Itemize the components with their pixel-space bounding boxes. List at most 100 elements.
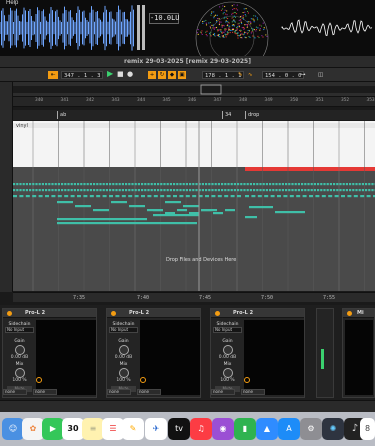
- add-icon[interactable]: +: [148, 71, 156, 79]
- device-header[interactable]: Pro-L 2: [3, 309, 96, 318]
- capture-icon[interactable]: ◆: [168, 71, 176, 79]
- output-select[interactable]: none: [3, 389, 27, 395]
- device-header[interactable]: Pro-L 2: [107, 309, 200, 318]
- plugin-indicator-icon: [36, 377, 42, 383]
- midi-icon[interactable]: ◫: [318, 71, 323, 79]
- device-pro-l2[interactable]: Pro-L 2 Sidechain No Input Gain 0.00 dB …: [210, 308, 305, 398]
- waveform-visualizer: [0, 0, 373, 56]
- mix-knob[interactable]: [118, 368, 129, 378]
- output-select[interactable]: none: [211, 389, 235, 395]
- gain-value: 0.00 dB: [10, 355, 29, 360]
- locator-drop[interactable]: drop: [245, 111, 259, 119]
- plugin-indicator-icon: [140, 377, 146, 383]
- time-label: 7:35: [73, 295, 86, 301]
- visualizer-strip: Help -10.0LU: [0, 0, 375, 56]
- waveform-icon[interactable]: ✺: [322, 418, 344, 440]
- podcasts-icon[interactable]: ◉: [212, 418, 234, 440]
- safari-icon[interactable]: ✈: [145, 418, 167, 440]
- output-select[interactable]: none: [33, 389, 57, 395]
- sidechain-input-select[interactable]: No Input: [5, 327, 34, 333]
- window-title: remix 29-03-2025 [remix 29-03-2025]: [0, 56, 375, 68]
- time-label: 7:45: [199, 295, 212, 301]
- time-label: 7:50: [261, 295, 274, 301]
- overview-bar[interactable]: [13, 82, 375, 97]
- bar-number: 347: [213, 98, 222, 103]
- freeform-icon[interactable]: ✎: [122, 418, 144, 440]
- lufs-readout: -10.0LU: [149, 13, 180, 24]
- key-icon[interactable]: ⊶: [300, 71, 306, 79]
- power-icon[interactable]: [7, 311, 12, 316]
- locator-ab[interactable]: ab: [57, 111, 66, 119]
- bar-number: 342: [86, 98, 95, 103]
- output-select[interactable]: none: [241, 389, 265, 395]
- power-icon[interactable]: [347, 311, 352, 316]
- sidechain-input-select[interactable]: No Input: [213, 327, 242, 333]
- tv-icon[interactable]: tv: [168, 418, 190, 440]
- plugin-display[interactable]: [244, 320, 304, 395]
- app-icon[interactable]: 8: [360, 418, 375, 440]
- play-icon[interactable]: ▶: [107, 70, 113, 78]
- device-title: Pro-L 2: [233, 310, 254, 316]
- device-header[interactable]: Mi: [343, 309, 374, 318]
- facetime-icon[interactable]: ▶: [42, 418, 64, 440]
- music-icon[interactable]: ♫: [190, 418, 212, 440]
- plugin-indicator-icon: [244, 377, 250, 383]
- loop-length[interactable]: 154 . 0 . 0: [262, 71, 305, 79]
- level-meter: [321, 349, 324, 369]
- song-position[interactable]: 347 . 1 . 3: [61, 71, 104, 79]
- notes-icon[interactable]: ≡: [82, 418, 104, 440]
- device-pro-l2[interactable]: Pro-L 2 Sidechain No Input Gain 0.00 dB …: [2, 308, 97, 398]
- bar-number: 343: [111, 98, 120, 103]
- numbers-icon[interactable]: ▮: [234, 418, 256, 440]
- record-icon[interactable]: ●: [127, 70, 133, 78]
- transport-bar: ⇤ 347 . 1 . 3 ▶ ■ ● + ↻ ◆ ▣ 178 . 1 . 1 …: [0, 68, 375, 82]
- plugin-display[interactable]: [36, 320, 96, 395]
- mix-knob[interactable]: [222, 368, 233, 378]
- locator-lane[interactable]: ab 34 drop: [13, 110, 375, 120]
- gain-value: 0.00 dB: [218, 355, 237, 360]
- bar-number: 348: [239, 98, 248, 103]
- beat-ruler[interactable]: 340 341 342 343 344 345 346 347 348 349 350 351 352 3…: [13, 97, 375, 107]
- bar-number: 353: [366, 98, 375, 103]
- punch-icon[interactable]: ▣: [178, 71, 186, 79]
- output-select[interactable]: none: [137, 389, 161, 395]
- time-label: 7:55: [323, 295, 336, 301]
- gain-knob[interactable]: [118, 345, 129, 355]
- arrangement-view[interactable]: vinyl: [13, 121, 375, 291]
- menu-help[interactable]: Help: [6, 0, 18, 6]
- power-icon[interactable]: [111, 311, 116, 316]
- time-label: 7:40: [137, 295, 150, 301]
- time-ruler[interactable]: 7:35 7:40 7:45 7:50 7:55: [13, 292, 375, 302]
- keynote-icon[interactable]: ▲: [256, 418, 278, 440]
- plugin-display[interactable]: [140, 320, 200, 395]
- reminders-icon[interactable]: ☰: [102, 418, 124, 440]
- device-title: Pro-L 2: [25, 310, 46, 316]
- output-select[interactable]: none: [107, 389, 131, 395]
- loop-icon[interactable]: ↻: [158, 71, 166, 79]
- device-partial[interactable]: Mi: [342, 308, 375, 398]
- sidechain-input-select[interactable]: No Input: [109, 327, 138, 333]
- bar-number: 349: [264, 98, 273, 103]
- gain-label: Gain: [14, 339, 25, 344]
- settings-icon[interactable]: ⚙: [300, 418, 322, 440]
- gain-knob[interactable]: [14, 345, 25, 355]
- stop-icon[interactable]: ■: [117, 70, 124, 78]
- gain-knob[interactable]: [222, 345, 233, 355]
- calendar-icon[interactable]: 30: [62, 418, 84, 440]
- follow-button[interactable]: ⇤: [48, 71, 58, 79]
- gain-label: Gain: [222, 339, 233, 344]
- power-icon[interactable]: [215, 311, 220, 316]
- finder-icon[interactable]: ☺: [2, 418, 24, 440]
- mix-value: 100 %: [12, 378, 27, 383]
- device-pro-l2[interactable]: Pro-L 2 Sidechain No Input Gain 0.00 dB …: [106, 308, 201, 398]
- plugin-display[interactable]: [345, 320, 373, 395]
- automation-icon[interactable]: ∿: [248, 71, 253, 79]
- device-header[interactable]: Pro-L 2: [211, 309, 304, 318]
- photos-icon[interactable]: ✿: [22, 418, 44, 440]
- locator-34[interactable]: 34: [222, 111, 231, 119]
- status-bar: [0, 400, 375, 412]
- mix-knob[interactable]: [14, 368, 25, 378]
- draw-icon[interactable]: ✎: [238, 71, 243, 79]
- appstore-icon[interactable]: A: [278, 418, 300, 440]
- device-chain: Pro-L 2 Sidechain No Input Gain 0.00 dB …: [0, 305, 375, 400]
